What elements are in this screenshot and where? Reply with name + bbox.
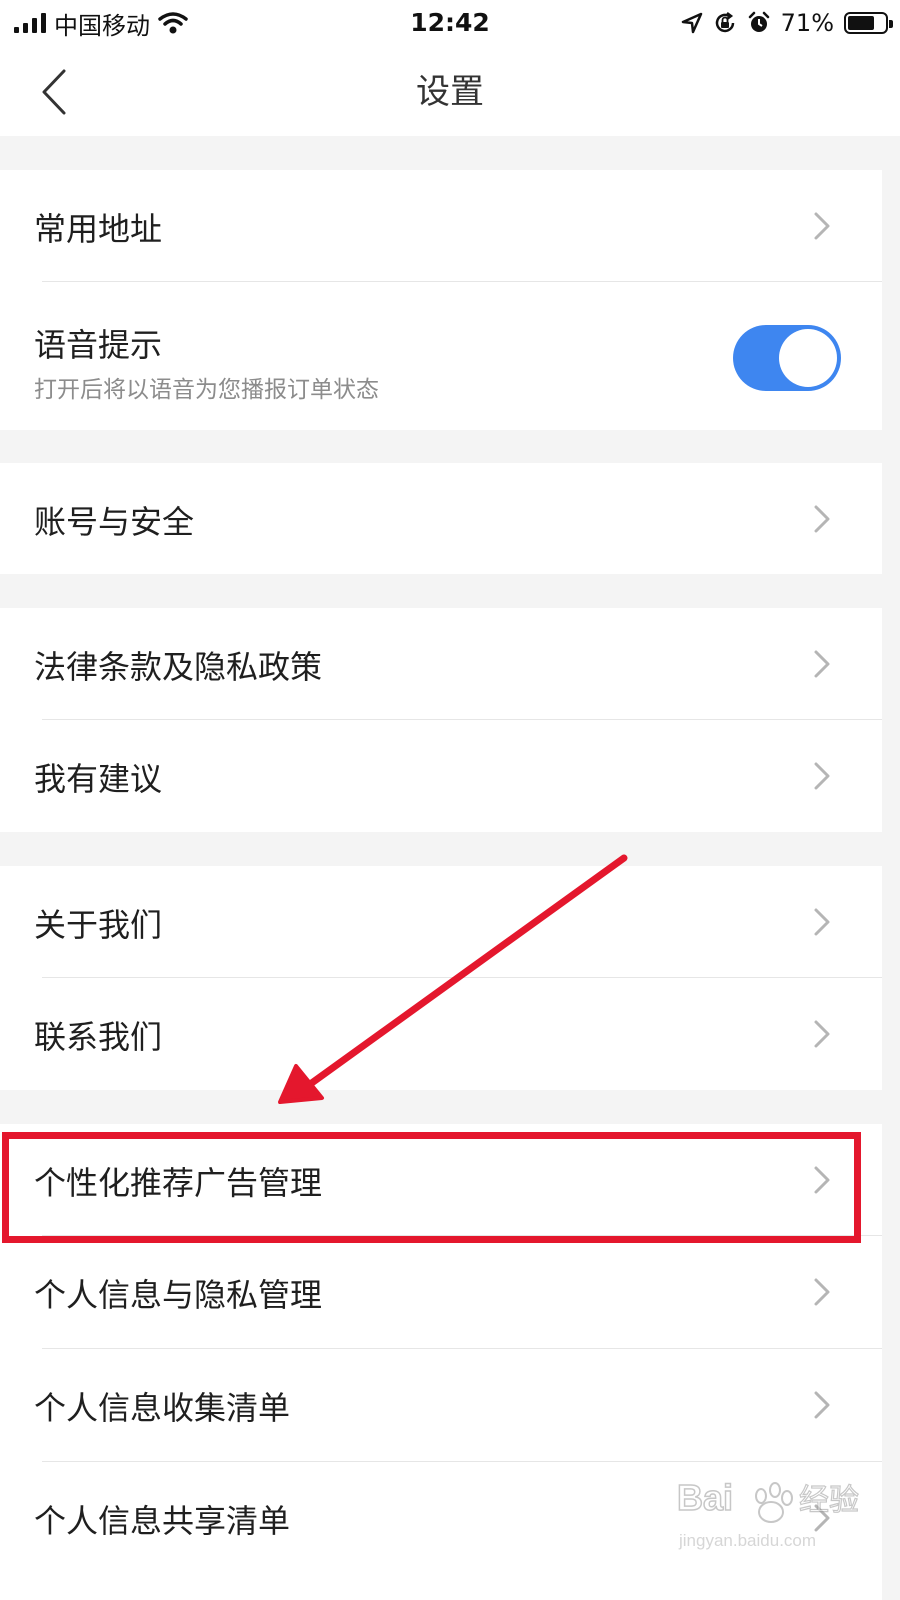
settings-item-voice: 语音提示 打开后将以语音为您播报订单状态	[0, 282, 882, 430]
battery-percent: 71%	[780, 9, 834, 37]
settings-item-label: 关于我们	[34, 906, 163, 944]
settings-item-privacy[interactable]: 个人信息与隐私管理	[0, 1236, 882, 1349]
settings-item-label: 常用地址	[34, 210, 163, 248]
toggle-knob	[779, 329, 837, 387]
chevron-right-icon	[814, 1166, 830, 1194]
orientation-lock-icon	[715, 12, 734, 33]
chevron-right-icon	[814, 505, 830, 533]
page-title: 设置	[416, 72, 484, 112]
settings-item-label: 个人信息与隐私管理	[34, 1276, 323, 1314]
chevron-right-icon	[814, 650, 830, 678]
location-icon	[681, 12, 702, 34]
settings-item-account[interactable]: 账号与安全	[0, 463, 882, 574]
settings-item-label: 法律条款及隐私政策	[34, 648, 323, 686]
chevron-right-icon	[814, 212, 830, 240]
alarm-icon	[748, 11, 769, 32]
settings-item-label: 个性化推荐广告管理	[34, 1164, 323, 1202]
chevron-left-icon	[42, 69, 66, 115]
settings-item-collection[interactable]: 个人信息收集清单	[0, 1349, 882, 1462]
settings-screen: 中国移动 12:42 71% 设置 常用地址 语音提示 打开后将以语音为您播报订…	[0, 0, 900, 1600]
chevron-right-icon	[814, 1391, 830, 1419]
settings-item-feedback[interactable]: 我有建议	[0, 720, 882, 832]
voice-toggle[interactable]	[733, 325, 841, 391]
back-button[interactable]	[22, 60, 86, 124]
settings-item-label: 我有建议	[34, 760, 163, 798]
settings-item-legal[interactable]: 法律条款及隐私政策	[0, 608, 882, 720]
settings-item-label: 个人信息共享清单	[34, 1502, 291, 1540]
settings-item-description: 打开后将以语音为您播报订单状态	[34, 377, 379, 403]
settings-item-ads[interactable]: 个性化推荐广告管理	[0, 1124, 882, 1236]
battery-icon	[844, 12, 893, 34]
settings-item-label: 个人信息收集清单	[34, 1389, 291, 1427]
settings-item-sharing[interactable]: 个人信息共享清单	[0, 1462, 882, 1600]
status-right: 71%	[681, 6, 893, 40]
nav-bar: 设置	[0, 48, 900, 136]
settings-item-label: 账号与安全	[34, 503, 195, 541]
chevron-right-icon	[814, 908, 830, 936]
chevron-right-icon	[814, 1020, 830, 1048]
chevron-right-icon	[814, 1504, 830, 1532]
settings-item-label: 联系我们	[34, 1018, 163, 1056]
settings-item-label: 语音提示	[34, 326, 163, 364]
settings-item-about[interactable]: 关于我们	[0, 866, 882, 978]
chevron-right-icon	[814, 1278, 830, 1306]
settings-item-address[interactable]: 常用地址	[0, 170, 882, 282]
status-bar: 中国移动 12:42 71%	[0, 0, 900, 48]
settings-item-contact[interactable]: 联系我们	[0, 978, 882, 1090]
battery-fill	[848, 16, 874, 30]
chevron-right-icon	[814, 762, 830, 790]
